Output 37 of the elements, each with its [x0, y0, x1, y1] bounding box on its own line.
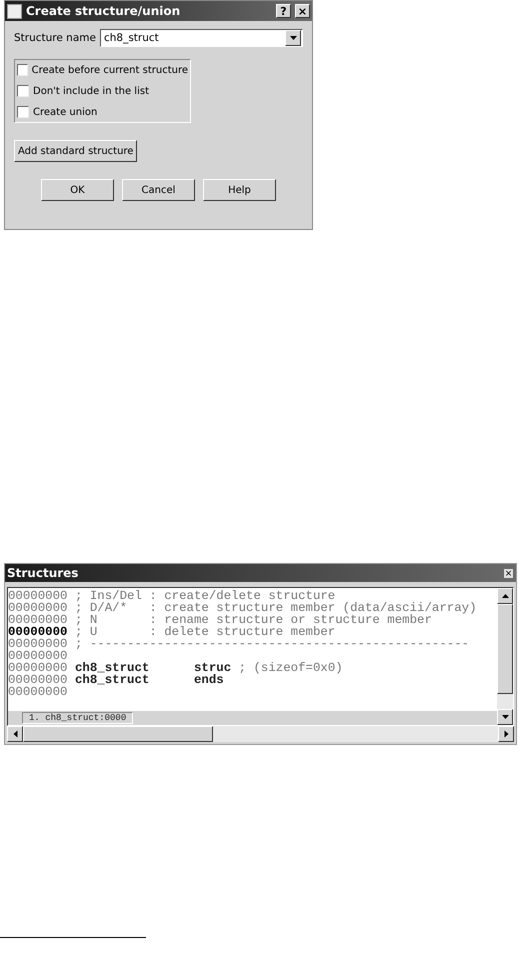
help-button[interactable]: ? — [276, 4, 291, 18]
dialog-button[interactable]: OK — [41, 179, 114, 201]
code-line: 00000000 — [8, 650, 68, 662]
code-line: 00000000 ; D/A/* : create structure member (data/ascii/array) — [8, 602, 478, 614]
code-line: 00000000 ch8_struct struc ; (sizeof=0x0) — [8, 662, 344, 674]
left-arrow-icon — [13, 730, 17, 738]
structure-name-field[interactable]: ch8_struct — [100, 32, 285, 44]
code-line: 00000000 ; U : delete structure member — [8, 626, 336, 638]
checkbox[interactable] — [17, 64, 28, 76]
right-arrow-icon — [504, 730, 508, 738]
checkbox-label: Create union — [33, 106, 98, 118]
code-line: 00000000 ; N : rename structure or structure member — [8, 614, 432, 626]
checkbox-label: Don't include in the list — [33, 86, 149, 96]
dialog-button[interactable]: Cancel — [122, 179, 195, 201]
window-title: Create structure/union — [26, 4, 182, 18]
checkbox[interactable] — [17, 106, 29, 118]
checkbox[interactable] — [17, 85, 29, 97]
up-arrow-icon — [502, 594, 508, 598]
structure-name-combo[interactable]: ch8_struct — [100, 29, 303, 47]
down-arrow-icon — [290, 36, 296, 40]
window-title: Structures — [7, 566, 80, 580]
down-arrow-icon — [502, 715, 508, 719]
code-line: 00000000 ; Ins/Del : create/delete structure — [8, 590, 336, 602]
app-icon — [7, 4, 22, 18]
code-line: 00000000 — [8, 686, 68, 698]
code-line: 00000000 ; --------------------------------------------------- — [8, 638, 470, 650]
code-line: 00000000 ch8_struct ends — [8, 674, 225, 686]
dialog-button[interactable]: Help — [203, 179, 276, 201]
close-button[interactable]: × — [503, 568, 514, 578]
field-label: Structure name — [14, 32, 96, 44]
horizontal-scrollbar[interactable] — [7, 726, 514, 742]
status-tab[interactable]: 1. ch8_struct:0000 — [22, 712, 134, 724]
close-button[interactable]: × — [295, 4, 310, 18]
dropdown-button[interactable] — [285, 30, 301, 46]
checkbox-label: Create before current structure — [32, 64, 188, 76]
add-standard-structure-button[interactable]: Add standard structure — [14, 140, 138, 162]
vertical-scrollbar[interactable] — [497, 588, 513, 725]
